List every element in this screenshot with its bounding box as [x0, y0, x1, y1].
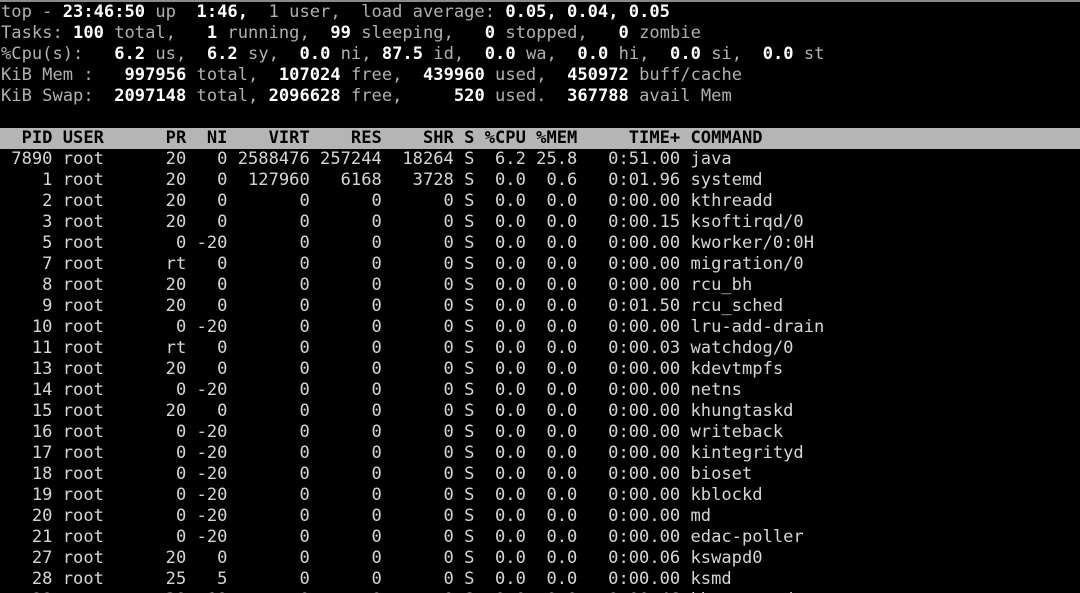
tasks-total-value: 100	[73, 23, 104, 43]
cpu-id-label: id,	[423, 44, 465, 64]
memory-used-label: used,	[484, 65, 547, 85]
memory-total-label: total,	[186, 65, 259, 85]
tasks-running-value: 1	[175, 23, 218, 43]
load-average-value: 0.05, 0.04, 0.05	[505, 2, 670, 22]
cpu-ni-label: ni,	[330, 44, 372, 64]
uptime-value: 1:46,	[186, 2, 249, 22]
tasks-stopped-value: 0	[453, 23, 496, 43]
table-row[interactable]: 27 root 20 0 0 0 0 S 0.0 0.0 0:00.06 ksw…	[0, 548, 1080, 569]
memory-label: KiB Mem :	[1, 65, 104, 85]
users-value: 1 user,	[248, 2, 341, 22]
table-row[interactable]: 28 root 25 5 0 0 0 S 0.0 0.0 0:00.00 ksm…	[0, 569, 1080, 590]
table-row[interactable]: 20 root 0 -20 0 0 0 S 0.0 0.0 0:00.00 md	[0, 506, 1080, 527]
memory-free-label: free,	[340, 65, 403, 85]
table-row[interactable]: 18 root 0 -20 0 0 0 S 0.0 0.0 0:00.00 bi…	[0, 464, 1080, 485]
table-row[interactable]: 5 root 0 -20 0 0 0 S 0.0 0.0 0:00.00 kwo…	[0, 233, 1080, 254]
cpu-wa-value: 0.0	[464, 44, 516, 64]
swap-free-label: free,	[340, 86, 403, 106]
swap-free-value: 2096628	[258, 86, 341, 106]
table-row[interactable]: 17 root 0 -20 0 0 0 S 0.0 0.0 0:00.00 ki…	[0, 443, 1080, 464]
cpu-id-value: 87.5	[371, 44, 424, 64]
swap-used-value: 520	[402, 86, 485, 106]
tasks-label: Tasks:	[1, 23, 74, 43]
process-table-body: 7890 root 20 0 2588476 257244 18264 S 6.…	[0, 149, 1080, 593]
cpu-us-value: 6.2	[93, 44, 146, 64]
table-row[interactable]: 7 root rt 0 0 0 0 S 0.0 0.0 0:00.00 migr…	[0, 254, 1080, 275]
up-label: up	[145, 2, 187, 22]
table-row[interactable]: 13 root 20 0 0 0 0 S 0.0 0.0 0:00.00 kde…	[0, 359, 1080, 380]
tasks-stopped-label: stopped,	[495, 23, 588, 43]
table-row[interactable]: 15 root 20 0 0 0 0 S 0.0 0.0 0:00.00 khu…	[0, 401, 1080, 422]
cpu-ni-value: 0.0	[278, 44, 331, 64]
cpu-si-label: si,	[700, 44, 743, 64]
cpu-sy-label: sy,	[237, 44, 279, 64]
swap-avail-label: avail Mem	[628, 86, 732, 106]
swap-label: KiB Swap:	[1, 86, 104, 106]
terminal-window[interactable]: top - 23:46:50 up 1:46, 1 user, load ave…	[0, 0, 1080, 593]
cpu-wa-label: wa,	[515, 44, 557, 64]
cpu-us-label: us,	[145, 44, 187, 64]
memory-buffcache-label: buff/cache	[628, 65, 743, 85]
process-table-header[interactable]: PID USER PR NI VIRT RES SHR S %CPU %MEM …	[0, 128, 1080, 149]
cpu-si-value: 0.0	[649, 44, 701, 64]
cpu-sy-value: 6.2	[186, 44, 238, 64]
table-row[interactable]: 14 root 0 -20 0 0 0 S 0.0 0.0 0:00.00 ne…	[0, 380, 1080, 401]
table-row[interactable]: 2 root 20 0 0 0 0 S 0.0 0.0 0:00.00 kthr…	[0, 191, 1080, 212]
table-row[interactable]: 3 root 20 0 0 0 0 S 0.0 0.0 0:00.15 ksof…	[0, 212, 1080, 233]
tasks-sleeping-label: sleeping,	[350, 23, 454, 43]
swap-total-label: total,	[186, 86, 259, 106]
memory-line: KiB Mem : 997956 total, 107024 free, 439…	[0, 65, 1080, 86]
cpu-label: %Cpu(s):	[1, 44, 94, 64]
tasks-running-label: running,	[217, 23, 310, 43]
terminal-screen: top - 23:46:50 up 1:46, 1 user, load ave…	[0, 2, 1080, 593]
table-row[interactable]: 19 root 0 -20 0 0 0 S 0.0 0.0 0:00.00 kb…	[0, 485, 1080, 506]
swap-line: KiB Swap: 2097148 total, 2096628 free, 5…	[0, 86, 1080, 107]
memory-total-value: 997956	[103, 65, 187, 85]
table-row[interactable]: 7890 root 20 0 2588476 257244 18264 S 6.…	[0, 149, 1080, 170]
tasks-zombie-value: 0	[587, 23, 629, 43]
current-time: 23:46:50	[62, 2, 146, 22]
tasks-zombie-label: zombie	[628, 23, 701, 43]
cpu-hi-label: hi,	[608, 44, 650, 64]
swap-total-value: 2097148	[103, 86, 187, 106]
tasks-line: Tasks: 100 total, 1 running, 99 sleeping…	[0, 23, 1080, 44]
memory-free-value: 107024	[258, 65, 341, 85]
cpu-hi-value: 0.0	[556, 44, 609, 64]
swap-avail-value: 367788	[546, 86, 629, 106]
table-row[interactable]: 10 root 0 -20 0 0 0 S 0.0 0.0 0:00.00 lr…	[0, 317, 1080, 338]
table-row[interactable]: 8 root 20 0 0 0 0 S 0.0 0.0 0:00.00 rcu_…	[0, 275, 1080, 296]
cpu-line: %Cpu(s): 6.2 us, 6.2 sy, 0.0 ni, 87.5 id…	[0, 44, 1080, 65]
cpu-st-value: 0.0	[742, 44, 794, 64]
table-row[interactable]: 1 root 20 0 127960 6168 3728 S 0.0 0.6 0…	[0, 170, 1080, 191]
load-average-label: load average:	[340, 2, 506, 22]
top-uptime-line: top - 23:46:50 up 1:46, 1 user, load ave…	[0, 2, 1080, 23]
table-row[interactable]: 21 root 0 -20 0 0 0 S 0.0 0.0 0:00.00 ed…	[0, 527, 1080, 548]
top-program-label: top -	[1, 2, 63, 22]
swap-used-label: used.	[484, 86, 547, 106]
tasks-sleeping-value: 99	[309, 23, 351, 43]
cpu-st-label: st	[793, 44, 825, 64]
table-row[interactable]: 16 root 0 -20 0 0 0 S 0.0 0.0 0:00.00 wr…	[0, 422, 1080, 443]
table-row[interactable]: 9 root 20 0 0 0 0 S 0.0 0.0 0:01.50 rcu_…	[0, 296, 1080, 317]
memory-buffcache-value: 450972	[546, 65, 629, 85]
memory-used-value: 439960	[402, 65, 485, 85]
table-row[interactable]: 11 root rt 0 0 0 0 S 0.0 0.0 0:00.03 wat…	[0, 338, 1080, 359]
tasks-total-label: total,	[103, 23, 176, 43]
